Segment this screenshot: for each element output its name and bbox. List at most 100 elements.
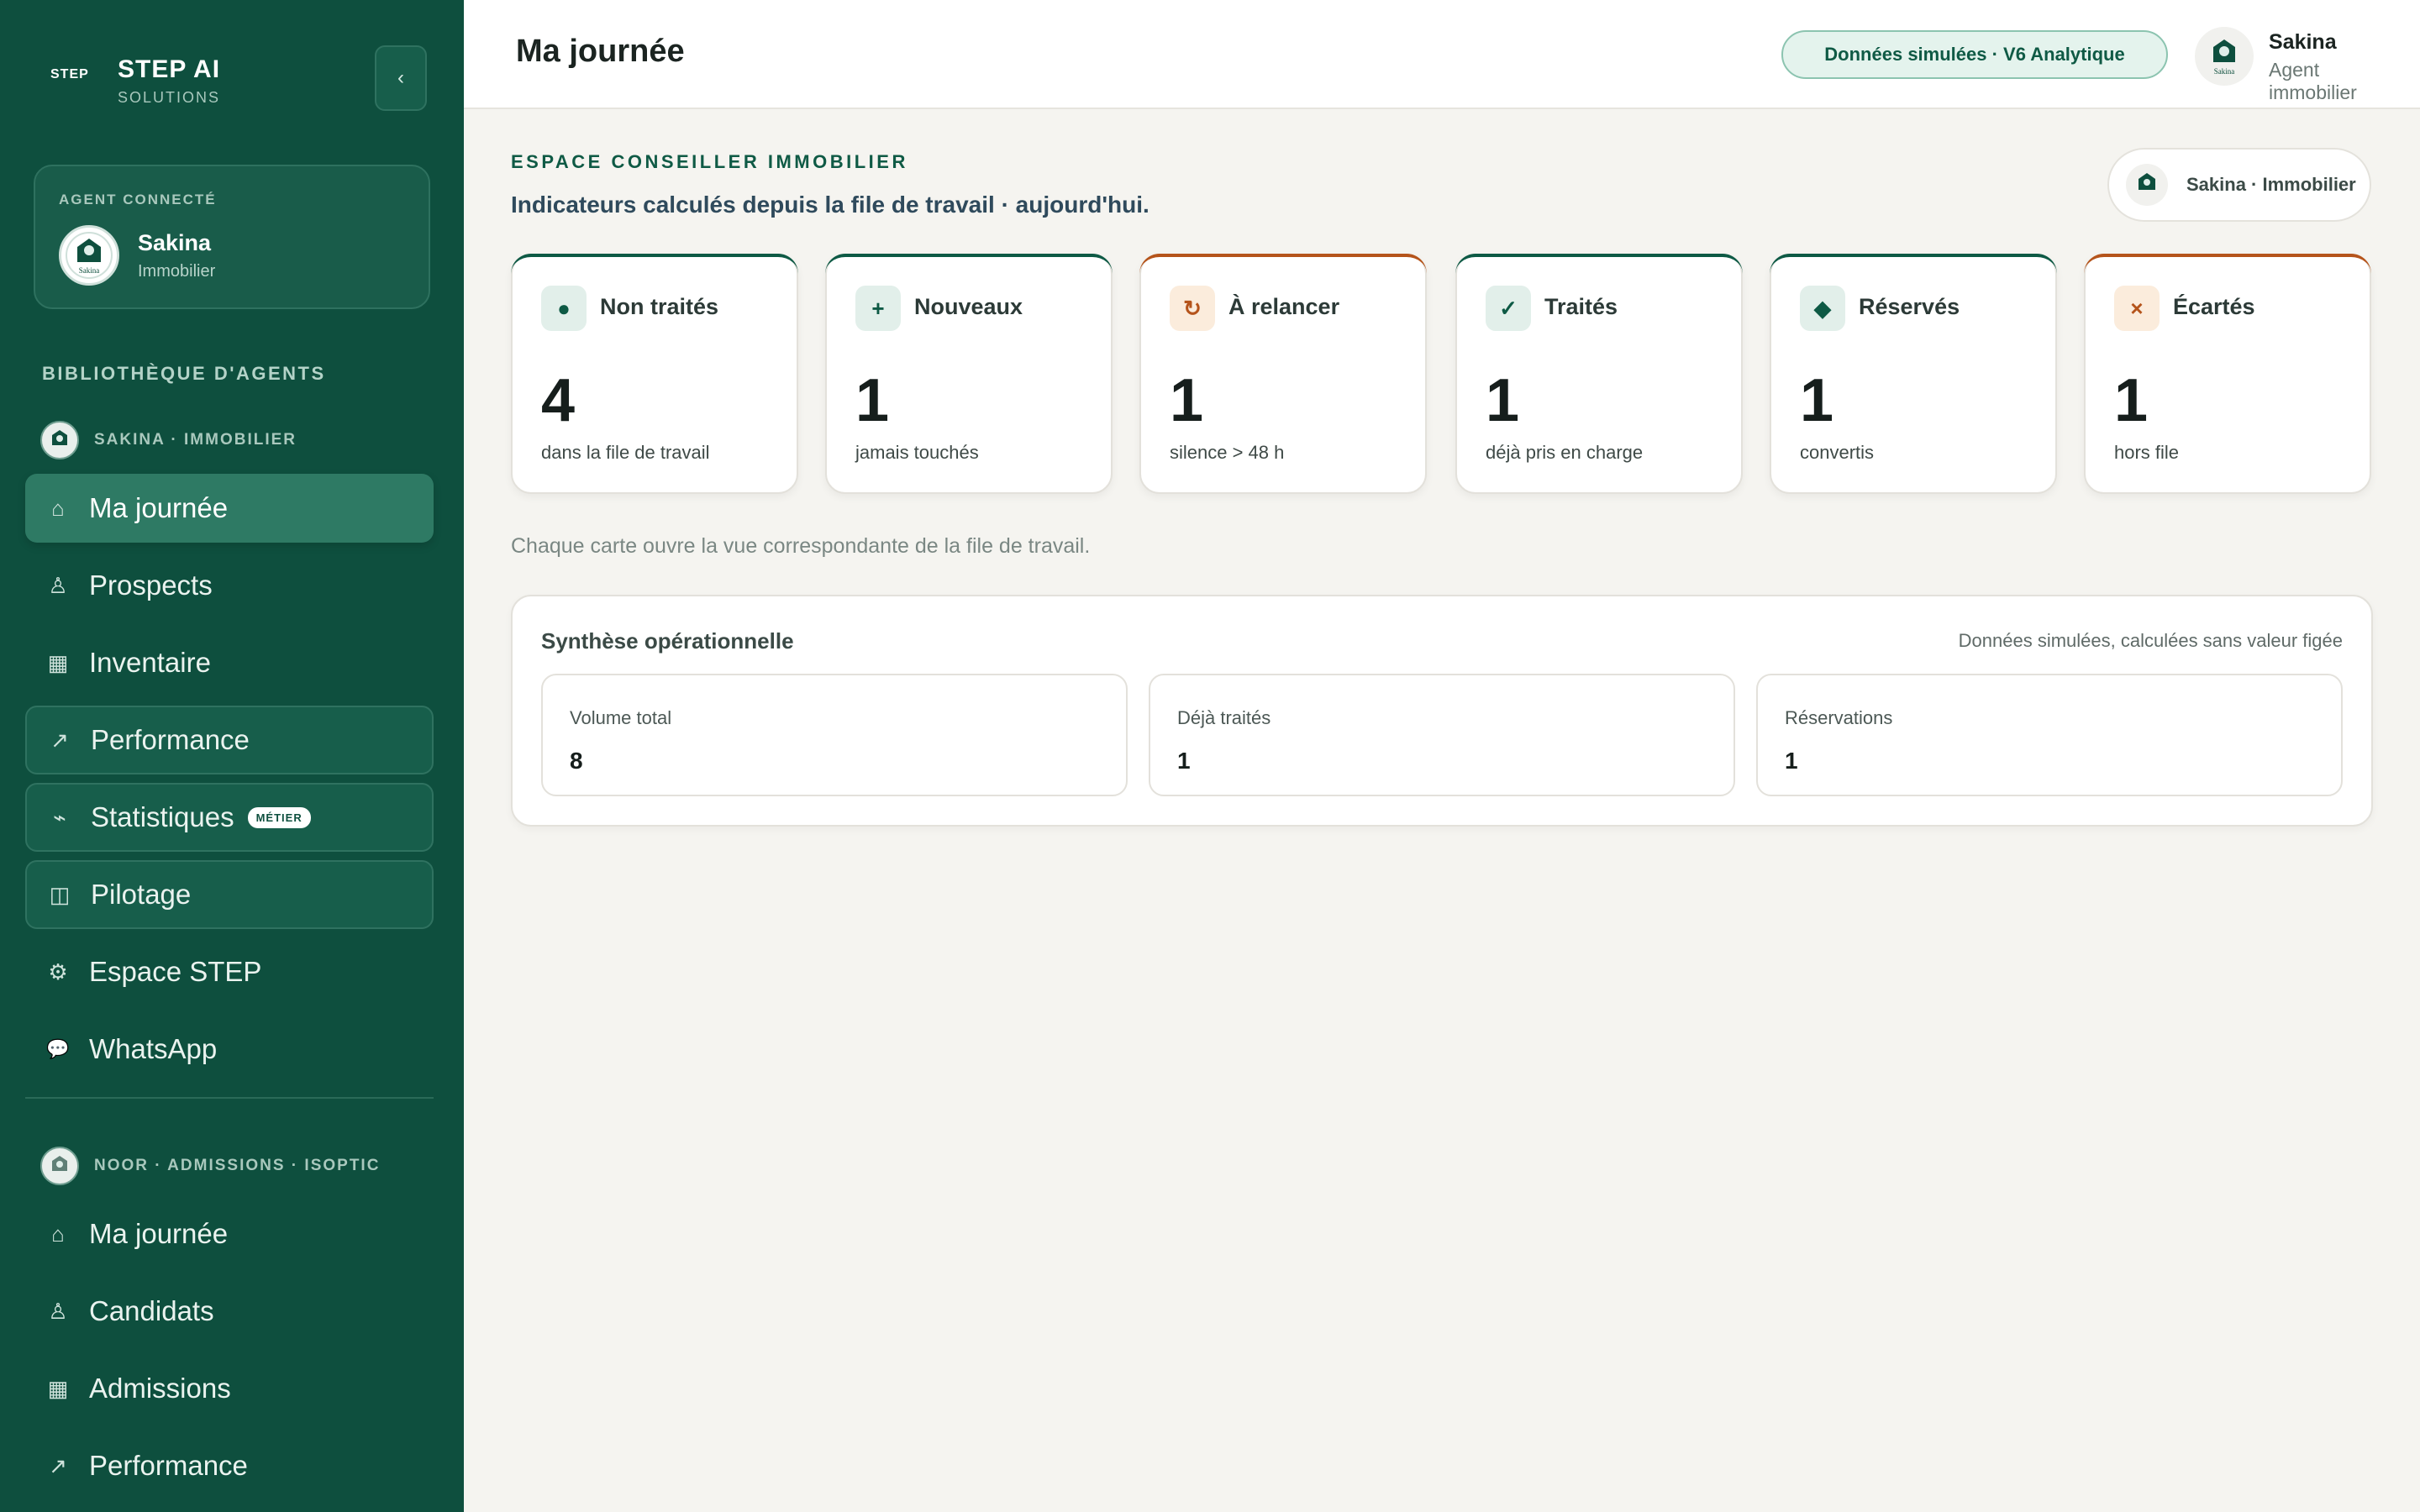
close-icon: × [2114, 286, 2160, 331]
sidebar: STEP STEP AI SOLUTIONS ‹ AGENT CONNECTÉ … [0, 0, 464, 1512]
nav-label: Performance [89, 1450, 248, 1481]
stat-volume-total: Volume total 8 [541, 674, 1128, 796]
stat-value: 1 [1177, 748, 1191, 774]
svg-text:Sakina: Sakina [2214, 67, 2235, 76]
kpi-value: 1 [1486, 367, 1520, 434]
nav-label: Prospects [89, 570, 213, 601]
agent-library-title: BIBLIOTHÈQUE D'AGENTS [42, 363, 326, 384]
brand-logo: STEP [50, 67, 89, 81]
agent-group-noor[interactable]: NOOR · ADMISSIONS · ISOPTIC [40, 1146, 380, 1186]
agent-card-kicker: AGENT CONNECTÉ [59, 192, 217, 207]
svg-text:Sakina: Sakina [79, 266, 100, 275]
nav-noor-ma-journee[interactable]: ⌂ Ma journée [25, 1200, 434, 1268]
agent-group-label: SAKINA · IMMOBILIER [94, 431, 297, 449]
agent-group-sakina[interactable]: SAKINA · IMMOBILIER [40, 420, 297, 460]
collapse-sidebar-button[interactable]: ‹ [375, 45, 427, 111]
nav-admissions[interactable]: ▦ Admissions [25, 1354, 434, 1423]
nav-performance[interactable]: ↗ Performance [25, 706, 434, 774]
brand-subtitle: SOLUTIONS [118, 89, 221, 106]
brand: STEP STEP AI SOLUTIONS [37, 49, 427, 116]
kpi-caption: déjà pris en charge [1486, 442, 1644, 463]
agent-group-label: NOOR · ADMISSIONS · ISOPTIC [94, 1157, 381, 1174]
stat-deja-traites: Déjà traités 1 [1149, 674, 1735, 796]
home-icon: ⌂ [51, 495, 65, 521]
agent-avatar: Sakina [59, 225, 119, 286]
chevron-left-icon: ‹ [397, 66, 404, 89]
nav-pilotage[interactable]: ◫ Pilotage [25, 860, 434, 929]
sidebar-divider [25, 1097, 434, 1099]
nav-ma-journee[interactable]: ⌂ Ma journée [25, 474, 434, 543]
page-title: Ma journée [516, 34, 685, 69]
noor-avatar-icon [40, 1147, 79, 1185]
kpi-caption: dans la file de travail [541, 442, 710, 463]
top-bar: Ma journée Données simulées · V6 Analyti… [464, 0, 2420, 109]
trend-icon: ↗ [50, 727, 69, 753]
agent-avatar-icon: Sakina [66, 232, 113, 279]
summary-note: Données simulées, calculées sans valeur … [1958, 630, 2343, 651]
nav-label: Espace STEP [89, 956, 262, 987]
metier-badge: MÉTIER [247, 806, 311, 828]
nav-noor-performance[interactable]: ↗ Performance [25, 1431, 434, 1500]
wave-icon: ⌁ [53, 804, 66, 830]
kpi-label: Réservés [1859, 294, 1960, 319]
kpi-caption: jamais touchés [855, 442, 979, 463]
kpi-label: À relancer [1228, 294, 1340, 319]
simulated-data-badge: Données simulées · V6 Analytique [1781, 30, 2168, 79]
brand-name: STEP AI [118, 55, 221, 83]
kpi-card-nouveaux[interactable]: + Nouveaux 1 jamais touchés [825, 254, 1113, 494]
gear-icon: ⚙ [48, 958, 68, 984]
person-icon: ♙ [48, 1298, 68, 1324]
kpi-value: 1 [1170, 367, 1204, 434]
chat-icon: 💬 [46, 1038, 70, 1059]
nav-inventaire[interactable]: ▦ Inventaire [25, 628, 434, 697]
kpi-caption: silence > 48 h [1170, 442, 1285, 463]
cards-hint: Chaque carte ouvre la vue correspondante… [511, 534, 1091, 558]
kpi-card-traites[interactable]: ✓ Traités 1 déjà pris en charge [1455, 254, 1743, 494]
user-avatar: Sakina [2195, 27, 2254, 86]
diamond-icon: ◆ [1800, 286, 1845, 331]
check-icon: ✓ [1486, 286, 1531, 331]
nav-label: Candidats [89, 1295, 214, 1326]
nav-whatsapp[interactable]: 💬 WhatsApp [25, 1015, 434, 1084]
nav-espace-step[interactable]: ⚙ Espace STEP [25, 937, 434, 1006]
stat-value: 8 [570, 748, 583, 774]
agent-role: Immobilier [138, 262, 216, 281]
plus-icon: + [855, 286, 901, 331]
user-avatar-icon: Sakina [2213, 39, 2235, 76]
nav-label: Performance [91, 724, 250, 755]
kpi-label: Non traités [600, 294, 719, 319]
kpi-value: 1 [855, 367, 890, 434]
agent-name: Sakina [138, 230, 212, 255]
kpi-card-a-relancer[interactable]: ↻ À relancer 1 silence > 48 h [1139, 254, 1427, 494]
person-icon: ♙ [48, 572, 68, 598]
nav-candidats[interactable]: ♙ Candidats [25, 1277, 434, 1346]
nav-prospects[interactable]: ♙ Prospects [25, 551, 434, 620]
stat-value: 1 [1785, 748, 1798, 774]
stat-reservations: Réservations 1 [1756, 674, 2343, 796]
nav-label: Statistiques [91, 801, 234, 832]
home-icon: ⌂ [51, 1221, 65, 1247]
section-subtitle: Indicateurs calculés depuis la file de t… [511, 192, 1150, 218]
kpi-label: Écartés [2173, 294, 2255, 319]
kpi-label: Traités [1544, 294, 1618, 319]
nav-label: Ma journée [89, 492, 229, 523]
stat-label: Volume total [570, 707, 672, 728]
stat-label: Déjà traités [1177, 707, 1271, 728]
kpi-label: Nouveaux [914, 294, 1023, 319]
nav-label: Pilotage [91, 879, 192, 910]
panel-icon: ◫ [49, 881, 71, 907]
operational-summary: Synthèse opérationnelle Données simulées… [511, 595, 2373, 827]
agent-chip[interactable]: Sakina · Immobilier [2107, 148, 2371, 222]
kpi-card-non-traites[interactable]: ● Non traités 4 dans la file de travail [511, 254, 798, 494]
user-profile[interactable]: Sakina Sakina Agent immobilier [2151, 22, 2403, 103]
nav-statistiques[interactable]: ⌁ Statistiques MÉTIER [25, 783, 434, 852]
kpi-card-reserves[interactable]: ◆ Réservés 1 convertis [1770, 254, 2057, 494]
nav-label: Ma journée [89, 1218, 229, 1249]
nav-label: Inventaire [89, 647, 211, 678]
grid-icon: ▦ [47, 649, 69, 675]
kpi-caption: hors file [2114, 442, 2180, 463]
summary-title: Synthèse opérationnelle [541, 628, 794, 654]
grid-icon: ▦ [47, 1375, 69, 1401]
kpi-card-ecartes[interactable]: × Écartés 1 hors file [2084, 254, 2371, 494]
kpi-value: 1 [2114, 367, 2149, 434]
